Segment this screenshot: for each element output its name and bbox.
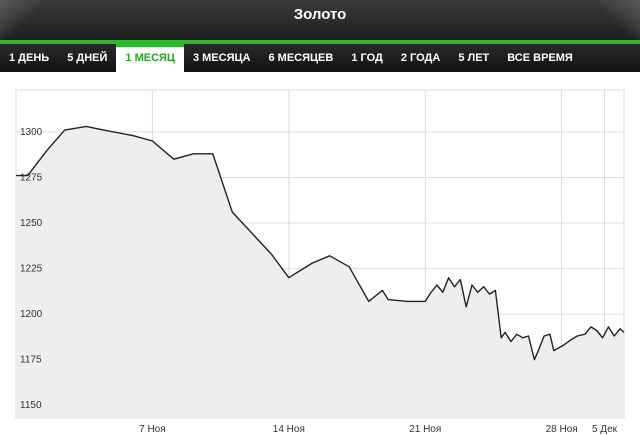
range-tabs: 1 ДЕНЬ 5 ДНЕЙ 1 МЕСЯЦ 3 МЕСЯЦА 6 МЕСЯЦЕВ… bbox=[0, 44, 640, 72]
x-tick-label: 28 Ноя bbox=[546, 424, 578, 435]
y-tick-label: 1175 bbox=[20, 355, 42, 366]
y-tick-label: 1150 bbox=[20, 400, 42, 411]
tab-1-month[interactable]: 1 МЕСЯЦ bbox=[116, 44, 184, 72]
tab-5-days[interactable]: 5 ДНЕЙ bbox=[58, 44, 116, 72]
chart-svg: 1300 1275 1250 1225 1200 1175 1150 7 Ноя 14 Ноя 2… bbox=[15, 89, 625, 435]
y-tick-label: 1275 bbox=[20, 172, 43, 183]
price-chart[interactable]: 1300 1275 1250 1225 1200 1175 1150 7 Ноя 14 Ноя 2… bbox=[0, 72, 640, 435]
y-tick-label: 1200 bbox=[20, 309, 43, 320]
tab-2-years[interactable]: 2 ГОДА bbox=[392, 44, 449, 72]
x-tick-label: 21 Ноя bbox=[409, 424, 441, 435]
tab-1-year[interactable]: 1 ГОД bbox=[342, 44, 392, 72]
tab-3-months[interactable]: 3 МЕСЯЦА bbox=[184, 44, 260, 72]
x-tick-label: 14 Ноя bbox=[273, 424, 305, 435]
x-tick-label: 5 Дек bbox=[592, 424, 618, 435]
page-title: Золото bbox=[293, 5, 347, 23]
x-tick-label: 7 Ноя bbox=[139, 424, 166, 435]
tab-1-day[interactable]: 1 ДЕНЬ bbox=[0, 44, 58, 72]
y-tick-label: 1225 bbox=[20, 264, 43, 275]
y-tick-label: 1300 bbox=[20, 127, 43, 138]
tab-6-months[interactable]: 6 МЕСЯЦЕВ bbox=[259, 44, 342, 72]
tab-all-time[interactable]: ВСЕ ВРЕМЯ bbox=[498, 44, 582, 72]
tab-5-years[interactable]: 5 ЛЕТ bbox=[449, 44, 498, 72]
y-tick-label: 1250 bbox=[20, 218, 43, 229]
title-bar: Золото bbox=[0, 0, 640, 40]
